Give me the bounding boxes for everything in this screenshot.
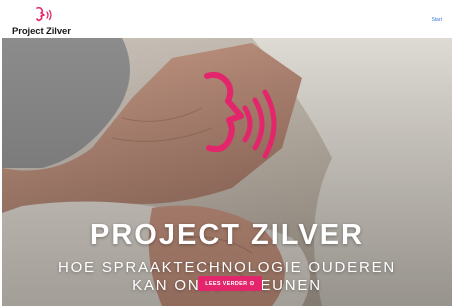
top-bar: Project Zilver Start: [0, 0, 454, 38]
circle-arrow-icon: ⊙: [249, 280, 255, 287]
read-more-label: LEES VERDER: [205, 280, 248, 287]
hero-title: PROJECT ZILVER: [90, 219, 364, 251]
hero-section: PROJECT ZILVER HOE SPRAAKTECHNOLOGIE OUD…: [2, 38, 452, 306]
hero-subtitle-line-1: HOE SPRAAKTECHNOLOGIE OUDEREN: [57, 259, 397, 276]
nav-link-start[interactable]: Start: [431, 17, 442, 23]
logo-text: Project Zilver: [12, 26, 71, 37]
site-logo[interactable]: Project Zilver: [12, 6, 74, 37]
talking-face-icon: [36, 6, 52, 22]
talking-face-sound-waves-icon: [204, 71, 277, 159]
read-more-button[interactable]: LEES VERDER ⊙: [198, 276, 262, 291]
